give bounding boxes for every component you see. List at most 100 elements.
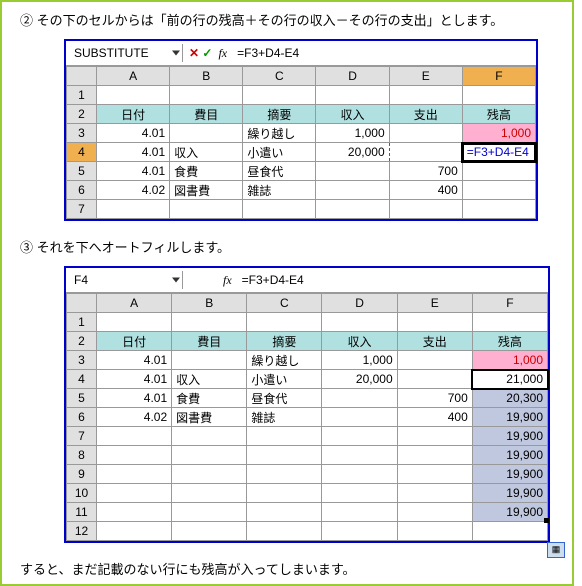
- cell[interactable]: 19,900: [472, 465, 547, 484]
- col-header[interactable]: C: [243, 67, 316, 86]
- col-header[interactable]: B: [170, 67, 243, 86]
- row-header[interactable]: 12: [67, 522, 97, 541]
- col-header[interactable]: E: [397, 294, 472, 313]
- chevron-down-icon[interactable]: [172, 51, 180, 56]
- col-header[interactable]: C: [247, 294, 322, 313]
- row-header[interactable]: 6: [67, 181, 97, 200]
- autofill-options-icon[interactable]: ▦: [547, 542, 565, 558]
- cell[interactable]: 支出: [397, 332, 472, 351]
- cell[interactable]: [170, 124, 243, 143]
- formula-text[interactable]: =F3+D4-E4: [238, 271, 308, 289]
- row-header[interactable]: 1: [67, 86, 97, 105]
- fx-label[interactable]: fx: [218, 46, 233, 61]
- active-cell[interactable]: =F3+D4-E4: [462, 143, 535, 162]
- cell[interactable]: 食費: [170, 162, 243, 181]
- row-header[interactable]: 11: [67, 503, 97, 522]
- col-header[interactable]: A: [97, 67, 170, 86]
- col-header[interactable]: F: [462, 67, 535, 86]
- cell[interactable]: 残高: [462, 105, 535, 124]
- row-header[interactable]: 3: [67, 351, 97, 370]
- cell[interactable]: [462, 162, 535, 181]
- cell[interactable]: [322, 408, 397, 427]
- confirm-icon[interactable]: ✓: [202, 46, 212, 60]
- cell[interactable]: 日付: [97, 332, 172, 351]
- formula-text[interactable]: =F3+D4-E4: [233, 44, 303, 62]
- cell[interactable]: 食費: [172, 389, 247, 408]
- row-header[interactable]: 8: [67, 446, 97, 465]
- row-header[interactable]: 2: [67, 105, 97, 124]
- row-header[interactable]: 4: [67, 370, 97, 389]
- cell[interactable]: 繰り越し: [247, 351, 322, 370]
- cell[interactable]: 費目: [172, 332, 247, 351]
- cell[interactable]: 4.02: [97, 181, 170, 200]
- cell[interactable]: 日付: [97, 105, 170, 124]
- cell[interactable]: 雑誌: [243, 181, 316, 200]
- cell[interactable]: [397, 370, 472, 389]
- cell[interactable]: 400: [397, 408, 472, 427]
- cell[interactable]: 昼食代: [247, 389, 322, 408]
- cell[interactable]: 図書費: [170, 181, 243, 200]
- cell[interactable]: 小遣い: [243, 143, 316, 162]
- cell[interactable]: 1,000: [322, 351, 397, 370]
- row-header[interactable]: 7: [67, 200, 97, 219]
- cell[interactable]: 昼食代: [243, 162, 316, 181]
- row-header[interactable]: 7: [67, 427, 97, 446]
- cell[interactable]: 費目: [170, 105, 243, 124]
- cell[interactable]: 1,000: [462, 124, 535, 143]
- cell[interactable]: 残高: [472, 332, 547, 351]
- cell[interactable]: 4.01: [97, 389, 172, 408]
- cancel-icon[interactable]: ✕: [189, 46, 199, 60]
- cell[interactable]: 20,000: [316, 143, 389, 162]
- cell[interactable]: 700: [389, 162, 462, 181]
- row-header[interactable]: 4: [67, 143, 97, 162]
- cell[interactable]: 図書費: [172, 408, 247, 427]
- row-header[interactable]: 9: [67, 465, 97, 484]
- cell[interactable]: [316, 162, 389, 181]
- cell[interactable]: 400: [389, 181, 462, 200]
- cell[interactable]: 700: [397, 389, 472, 408]
- cell[interactable]: 4.01: [97, 162, 170, 181]
- cell[interactable]: 収入: [172, 370, 247, 389]
- cell[interactable]: 4.01: [97, 370, 172, 389]
- cell[interactable]: 1,000: [472, 351, 547, 370]
- cell[interactable]: 4.01: [97, 351, 172, 370]
- cell[interactable]: [389, 124, 462, 143]
- cell[interactable]: 4.02: [97, 408, 172, 427]
- name-box[interactable]: SUBSTITUTE: [66, 44, 183, 62]
- cell[interactable]: 19,900: [472, 503, 547, 522]
- cell[interactable]: [322, 389, 397, 408]
- cell[interactable]: [172, 351, 247, 370]
- row-header[interactable]: 10: [67, 484, 97, 503]
- cell[interactable]: [389, 143, 462, 162]
- cell[interactable]: 21,000: [472, 370, 547, 389]
- cell[interactable]: 摘要: [243, 105, 316, 124]
- row-header[interactable]: 5: [67, 162, 97, 181]
- cell[interactable]: 19,900: [472, 446, 547, 465]
- cell[interactable]: 収入: [316, 105, 389, 124]
- cell[interactable]: 摘要: [247, 332, 322, 351]
- cell[interactable]: 19,900: [472, 427, 547, 446]
- cell[interactable]: 4.01: [97, 143, 170, 162]
- col-header[interactable]: E: [389, 67, 462, 86]
- cell[interactable]: 繰り越し: [243, 124, 316, 143]
- cell[interactable]: [462, 181, 535, 200]
- name-box[interactable]: F4: [66, 271, 183, 289]
- col-header[interactable]: D: [322, 294, 397, 313]
- col-header[interactable]: D: [316, 67, 389, 86]
- fx-label[interactable]: fx: [223, 273, 238, 288]
- row-header[interactable]: 2: [67, 332, 97, 351]
- cell[interactable]: 20,000: [322, 370, 397, 389]
- cell[interactable]: 4.01: [97, 124, 170, 143]
- cell[interactable]: 20,300: [472, 389, 547, 408]
- cell[interactable]: 19,900: [472, 484, 547, 503]
- cell[interactable]: 雑誌: [247, 408, 322, 427]
- row-header[interactable]: 5: [67, 389, 97, 408]
- cell[interactable]: 収入: [322, 332, 397, 351]
- spreadsheet-grid-1[interactable]: A B C D E F 1 2 日付 費目 摘要 収入 支出 残高 3 4.01…: [66, 66, 536, 219]
- cell[interactable]: [316, 181, 389, 200]
- row-header[interactable]: 1: [67, 313, 97, 332]
- cell[interactable]: 収入: [170, 143, 243, 162]
- cell[interactable]: 1,000: [316, 124, 389, 143]
- cell[interactable]: 支出: [389, 105, 462, 124]
- row-header[interactable]: 3: [67, 124, 97, 143]
